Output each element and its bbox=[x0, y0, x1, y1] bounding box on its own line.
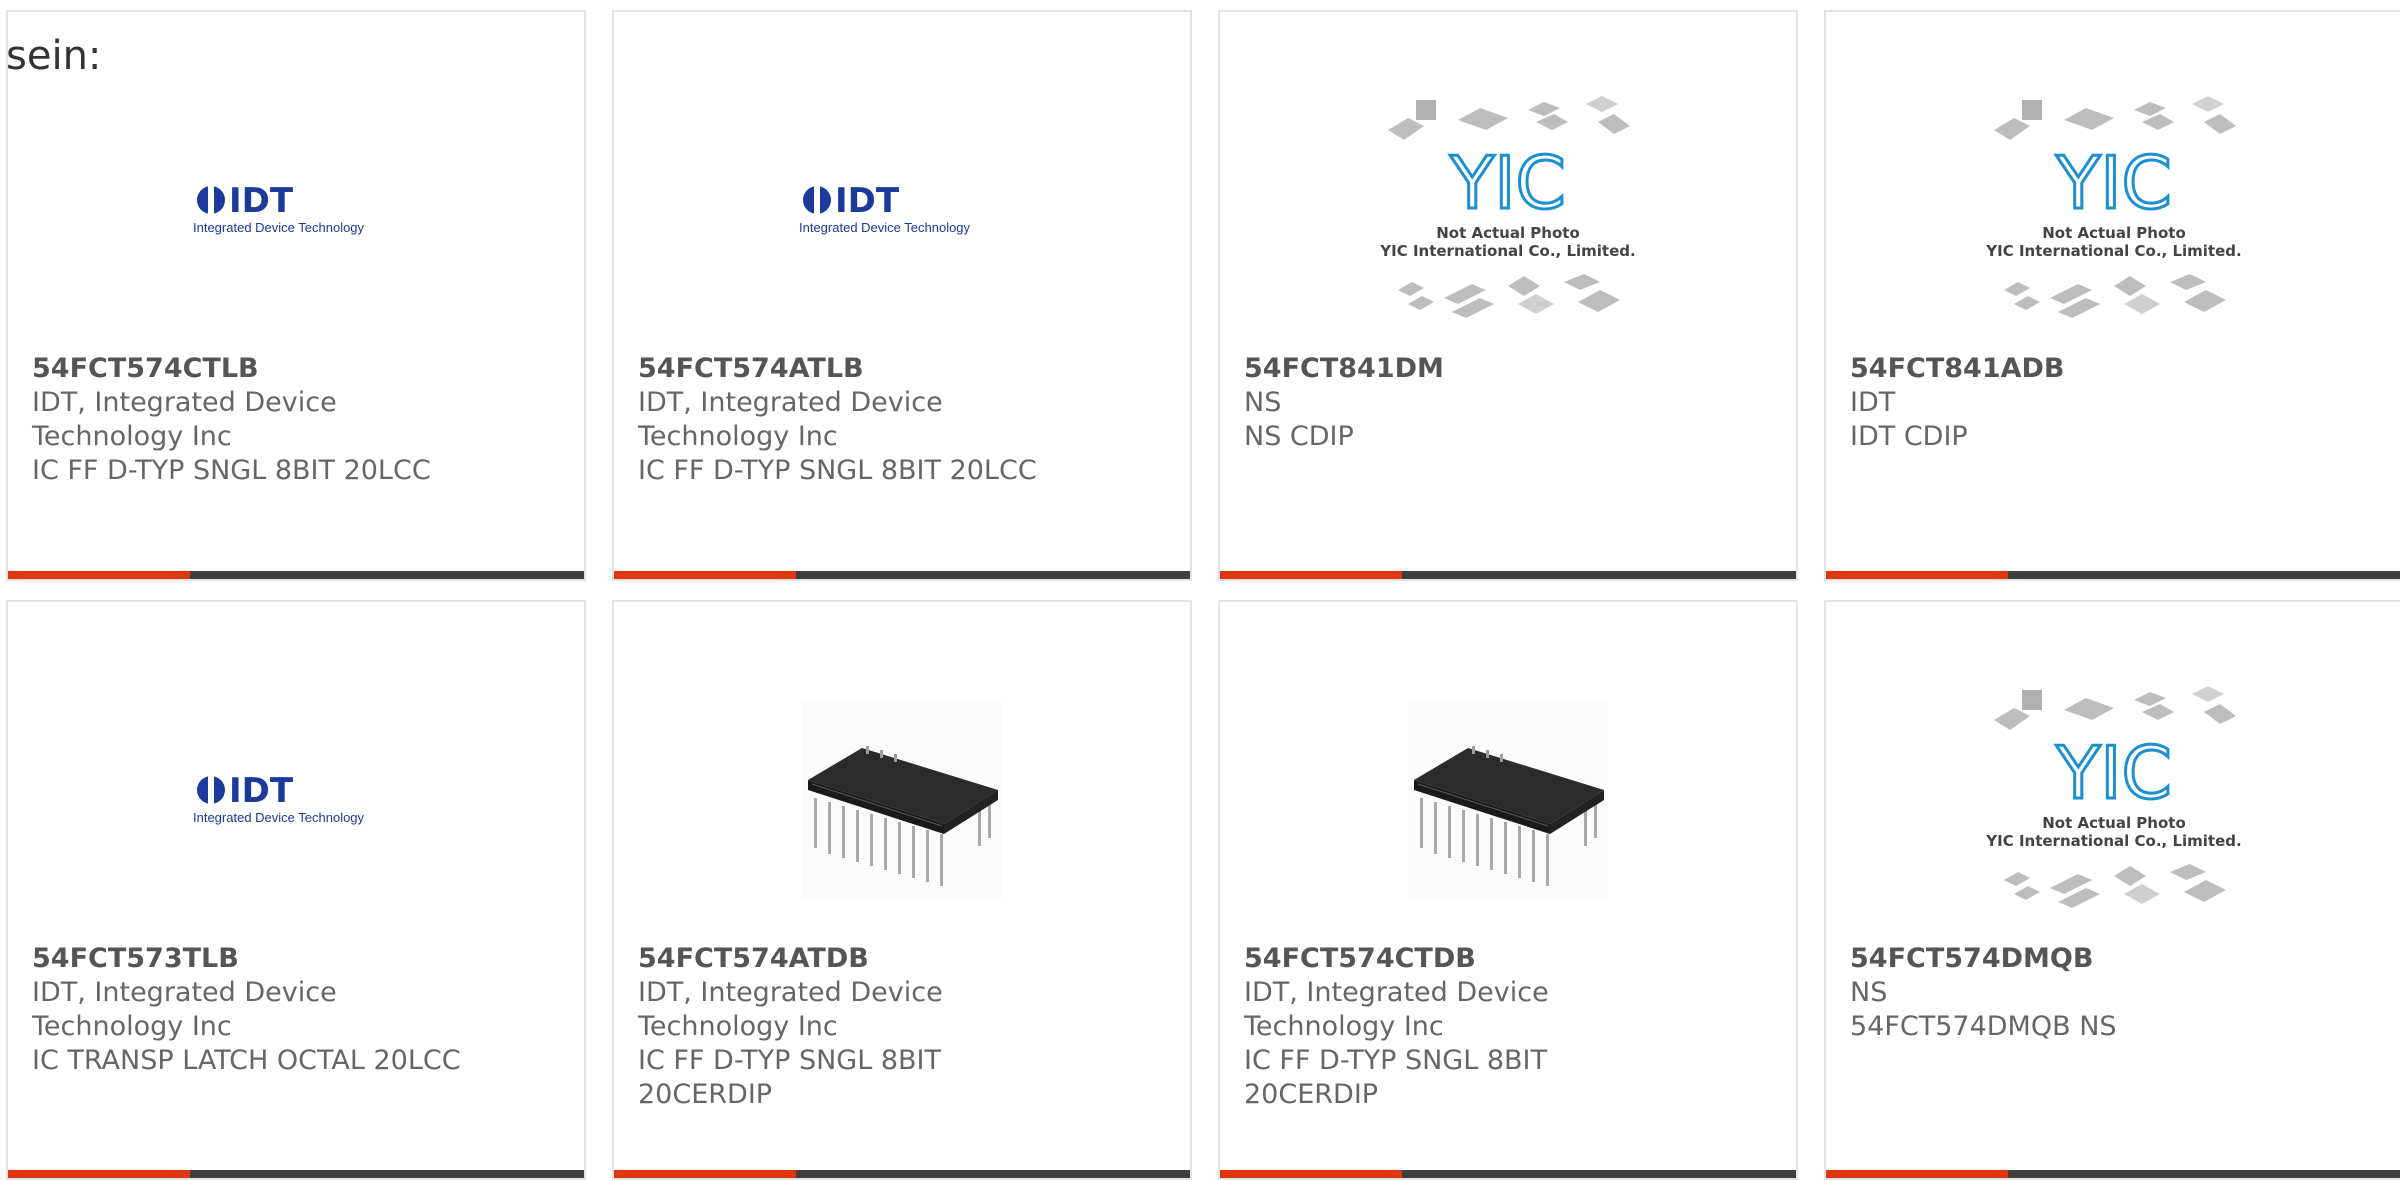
idt-logo-icon: IDT Integrated Device Technology bbox=[797, 180, 1007, 240]
part-number-link[interactable]: 54FCT573TLB bbox=[32, 942, 564, 976]
part-number-link[interactable]: 54FCT574DMQB bbox=[1850, 942, 2382, 976]
yic-line2: YIC International Co., Limited. bbox=[1985, 832, 2241, 850]
idt-logo-subtitle: Integrated Device Technology bbox=[193, 810, 365, 825]
yic-placeholder-image: YIC Not Actual Photo YIC International C… bbox=[1985, 686, 2242, 908]
card-accent-bar bbox=[8, 1170, 190, 1178]
yic-line1: Not Actual Photo bbox=[1436, 224, 1580, 242]
manufacturer-text: IDT, Integrated Device bbox=[638, 977, 943, 1008]
manufacturer-text: IC FF D-TYP SNGL 8BIT bbox=[1244, 1045, 1547, 1076]
manufacturer-text: IC FF D-TYP SNGL 8BIT bbox=[638, 1045, 941, 1076]
manufacturer-text: Technology Inc bbox=[638, 1011, 838, 1042]
idt-logo-subtitle: Integrated Device Technology bbox=[799, 220, 971, 235]
product-card[interactable]: 54FCT574ATDB IDT, Integrated Device Techno… bbox=[612, 600, 1192, 1180]
product-image[interactable]: YIC Not Actual Photo YIC International C… bbox=[1826, 60, 2400, 360]
part-number-link[interactable]: 54FCT841DM bbox=[1244, 352, 1776, 386]
product-info: 54FCT574ATLB IDT, Integrated Device Techno… bbox=[638, 352, 1170, 488]
product-image[interactable]: IDT Integrated Device Technology bbox=[8, 60, 584, 360]
part-number-link[interactable]: 54FCT574CTDB bbox=[1244, 942, 1776, 976]
card-bottom-bar bbox=[1220, 571, 1796, 579]
page-heading: sein: bbox=[6, 33, 102, 79]
product-info: 54FCT573TLB IDT, Integrated Device Technol… bbox=[32, 942, 564, 1078]
product-description: 20CERDIP bbox=[638, 1079, 773, 1110]
product-image[interactable]: YIC Not Actual Photo YIC International C… bbox=[1826, 650, 2400, 950]
product-card[interactable]: IDT Integrated Device Technology 54FCT57… bbox=[612, 10, 1192, 581]
card-accent-bar bbox=[614, 571, 796, 579]
manufacturer-text: Technology Inc bbox=[638, 421, 838, 452]
yic-placeholder-image: YIC Not Actual Photo YIC International C… bbox=[1985, 96, 2242, 318]
product-card[interactable]: IDT Integrated Device Technology 54FCT57… bbox=[6, 600, 586, 1180]
product-card[interactable]: IDT Integrated Device Technology 54FCT57… bbox=[6, 10, 586, 581]
product-info: 54FCT574CTLB IDT, Integrated Device Techno… bbox=[32, 352, 564, 488]
product-image[interactable]: IDT Integrated Device Technology bbox=[8, 650, 584, 950]
manufacturer-text: Technology Inc bbox=[32, 421, 232, 452]
manufacturer-text: IDT bbox=[1850, 387, 1896, 418]
product-card[interactable]: 54FCT574CTDB IDT, Integrated Device Techno… bbox=[1218, 600, 1798, 1180]
idt-logo-subtitle: Integrated Device Technology bbox=[193, 220, 365, 235]
product-image[interactable]: IDT Integrated Device Technology bbox=[614, 60, 1190, 360]
product-info: 54FCT841DM NS NS CDIP bbox=[1244, 352, 1776, 454]
product-image[interactable]: YIC Not Actual Photo YIC International C… bbox=[1220, 60, 1796, 360]
part-number-link[interactable]: 54FCT574CTLB bbox=[32, 352, 564, 386]
idt-logo-icon: IDT Integrated Device Technology bbox=[191, 180, 401, 240]
idt-logo-mark: IDT bbox=[229, 181, 294, 221]
product-card[interactable]: YIC Not Actual Photo YIC International C… bbox=[1824, 10, 2400, 581]
product-description: 54FCT574DMQB NS bbox=[1850, 1011, 2117, 1042]
product-description: IC FF D-TYP SNGL 8BIT 20LCC bbox=[32, 455, 431, 486]
product-info: 54FCT574DMQB NS 54FCT574DMQB NS bbox=[1850, 942, 2382, 1044]
idt-logo-mark: IDT bbox=[835, 181, 900, 221]
product-card[interactable]: YIC Not Actual Photo YIC International C… bbox=[1218, 10, 1798, 581]
yic-line1: Not Actual Photo bbox=[2042, 814, 2186, 832]
manufacturer-text: IDT, Integrated Device bbox=[638, 387, 943, 418]
manufacturer-text: IDT, Integrated Device bbox=[32, 977, 337, 1008]
manufacturer-text: Technology Inc bbox=[32, 1011, 232, 1042]
yic-logo-mark: YIC bbox=[2055, 731, 2172, 815]
part-number-link[interactable]: 54FCT841ADB bbox=[1850, 352, 2382, 386]
card-accent-bar bbox=[1826, 571, 2008, 579]
card-accent-bar bbox=[1220, 571, 1402, 579]
yic-logo-mark: YIC bbox=[1449, 141, 1566, 225]
manufacturer-text: NS bbox=[1850, 977, 1888, 1008]
card-bottom-bar bbox=[1826, 1170, 2400, 1178]
product-description: IC FF D-TYP SNGL 8BIT 20LCC bbox=[638, 455, 1037, 486]
manufacturer-text: NS bbox=[1244, 387, 1282, 418]
card-accent-bar bbox=[8, 571, 190, 579]
manufacturer-text: IDT, Integrated Device bbox=[1244, 977, 1549, 1008]
product-info: 54FCT574CTDB IDT, Integrated Device Techno… bbox=[1244, 942, 1776, 1112]
card-accent-bar bbox=[1826, 1170, 2008, 1178]
product-description: NS CDIP bbox=[1244, 421, 1354, 452]
card-accent-bar bbox=[614, 1170, 796, 1178]
card-accent-bar bbox=[1220, 1170, 1402, 1178]
part-number-link[interactable]: 54FCT574ATDB bbox=[638, 942, 1170, 976]
product-grid: IDT Integrated Device Technology 54FCT57… bbox=[0, 0, 2400, 1180]
card-bottom-bar bbox=[8, 571, 584, 579]
card-bottom-bar bbox=[614, 571, 1190, 579]
card-bottom-bar bbox=[8, 1170, 584, 1178]
manufacturer-text: IDT, Integrated Device bbox=[32, 387, 337, 418]
card-bottom-bar bbox=[1220, 1170, 1796, 1178]
card-bottom-bar bbox=[1826, 571, 2400, 579]
product-description: 20CERDIP bbox=[1244, 1079, 1379, 1110]
product-description: IDT CDIP bbox=[1850, 421, 1968, 452]
yic-line2: YIC International Co., Limited. bbox=[1985, 242, 2241, 260]
product-info: 54FCT841ADB IDT IDT CDIP bbox=[1850, 352, 2382, 454]
part-number-link[interactable]: 54FCT574ATLB bbox=[638, 352, 1170, 386]
product-image[interactable] bbox=[614, 650, 1190, 950]
yic-line1: Not Actual Photo bbox=[2042, 224, 2186, 242]
idt-logo-icon: IDT Integrated Device Technology bbox=[191, 770, 401, 830]
yic-logo-mark: YIC bbox=[2055, 141, 2172, 225]
product-card[interactable]: YIC Not Actual Photo YIC International C… bbox=[1824, 600, 2400, 1180]
product-description: IC TRANSP LATCH OCTAL 20LCC bbox=[32, 1045, 461, 1076]
product-info: 54FCT574ATDB IDT, Integrated Device Techno… bbox=[638, 942, 1170, 1112]
yic-placeholder-image: YIC Not Actual Photo YIC International C… bbox=[1379, 96, 1636, 318]
card-bottom-bar bbox=[614, 1170, 1190, 1178]
idt-logo-mark: IDT bbox=[229, 771, 294, 811]
manufacturer-text: Technology Inc bbox=[1244, 1011, 1444, 1042]
yic-line2: YIC International Co., Limited. bbox=[1379, 242, 1635, 260]
dip-chip-photo bbox=[1408, 700, 1608, 900]
product-image[interactable] bbox=[1220, 650, 1796, 950]
dip-chip-photo bbox=[802, 700, 1002, 900]
